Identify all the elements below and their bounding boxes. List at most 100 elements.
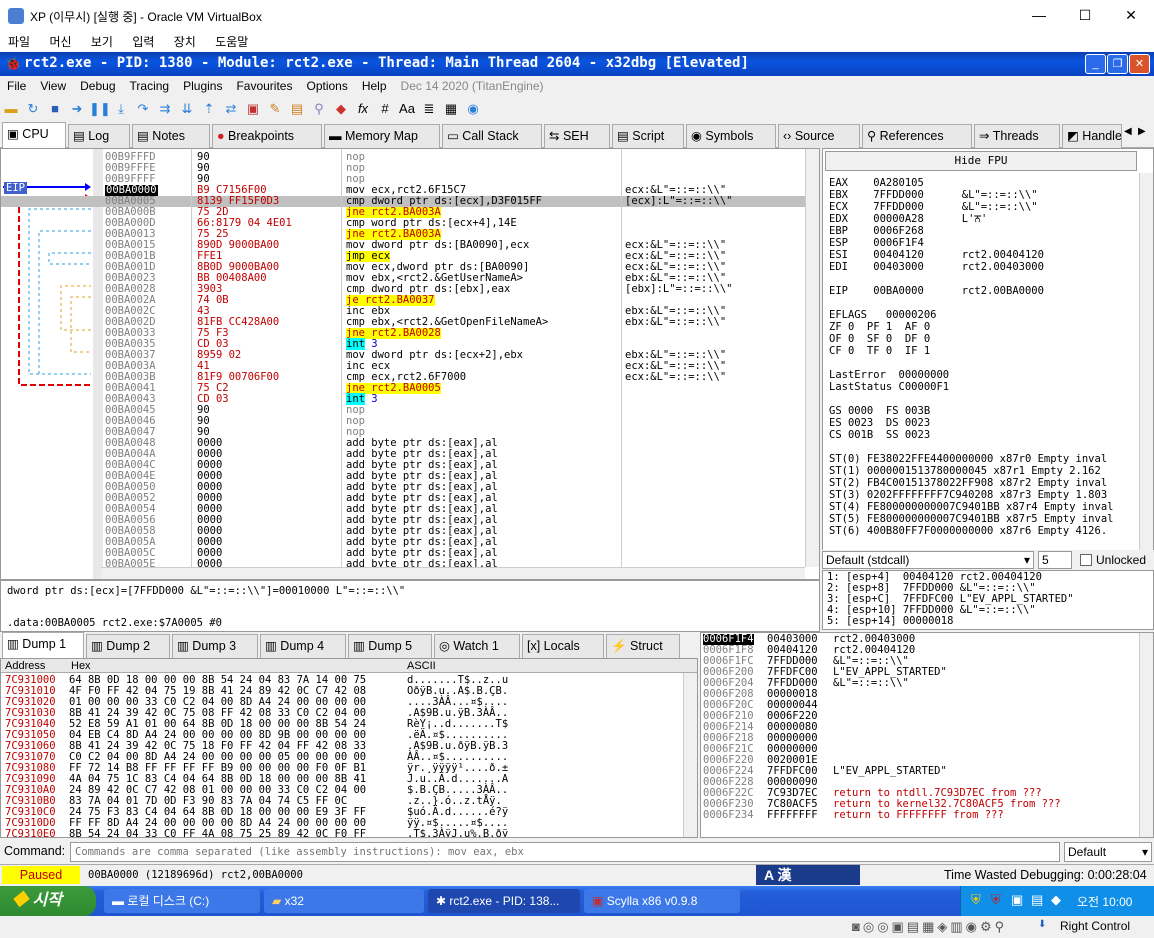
tab-threads[interactable]: ⇒ Threads (974, 124, 1060, 148)
taskbar-item-local-disk[interactable]: ▬ 로컬 디스크 (C:) (104, 889, 260, 913)
tab-dump-1[interactable]: ▥ Dump 1 (2, 632, 84, 658)
run-icon[interactable]: ➜ (67, 99, 87, 119)
usb-icon[interactable]: ▤ (1031, 892, 1043, 908)
menu-options[interactable]: Options (299, 76, 354, 96)
x64dbg-restore-button[interactable]: ❐ (1107, 54, 1128, 74)
tab-dump-2[interactable]: ▥ Dump 2 (86, 634, 170, 658)
taskbar-item-scylla[interactable]: ▣ Scylla x86 v0.9.8 (584, 889, 740, 913)
pause-icon[interactable]: ❚❚ (89, 99, 111, 119)
hash-icon[interactable]: # (375, 99, 395, 119)
host-menu-file[interactable]: 파일 (0, 32, 38, 52)
x64dbg-minimize-button[interactable]: _ (1085, 54, 1106, 74)
tabs-scroll-left-icon[interactable]: ◀ (1124, 126, 1132, 137)
dump-scrollbar[interactable] (683, 673, 697, 837)
tab-references[interactable]: ⚲ References (862, 124, 972, 148)
run-to-user-code-icon[interactable]: ⇄ (221, 99, 241, 119)
bug-icon: ✱ (436, 894, 447, 908)
arg-count-spinner[interactable]: 5 (1038, 551, 1072, 569)
volume-icon[interactable]: ◆ (1051, 892, 1061, 908)
stack-view[interactable]: 0006F1F4 00403000 rct2.00403000 0006F1F8 004… (700, 632, 1154, 838)
command-label: Command: (4, 844, 66, 858)
host-menu-input[interactable]: 입력 (124, 32, 162, 52)
dump-row[interactable]: 7C9310E0 8B 54 24 04 33 C0 FF 4A 08 75 25… (1, 829, 681, 838)
tab-cpu[interactable]: ▣ CPU (2, 122, 66, 148)
calculator-icon[interactable]: ▦ (441, 99, 461, 119)
stop-icon[interactable]: ■ (45, 99, 65, 119)
tab-breakpoints[interactable]: ● Breakpoints (212, 124, 322, 148)
host-menu-view[interactable]: 보기 (83, 32, 121, 52)
tab-script[interactable]: ▤ Script (612, 124, 684, 148)
step-into-icon[interactable]: ⤓ (111, 99, 131, 119)
comment-icon[interactable]: ✎ (265, 99, 285, 119)
menu-plugins[interactable]: Plugins (176, 76, 229, 96)
tab-notes[interactable]: ▤ Notes (132, 124, 210, 148)
start-button[interactable]: ◆ 시작 (0, 886, 96, 916)
tab-call-stack[interactable]: ▭ Call Stack (442, 124, 542, 148)
host-menu-devices[interactable]: 장치 (166, 32, 204, 52)
host-menu-machine[interactable]: 머신 (41, 32, 79, 52)
drive-icon: ▬ (112, 894, 124, 908)
tab-source[interactable]: ‹› Source (778, 124, 860, 148)
ime-indicator[interactable]: A 漢 (756, 865, 860, 885)
stack-scrollbar[interactable] (1139, 633, 1153, 837)
link-icon[interactable]: ⚲ (309, 99, 329, 119)
stack-arguments[interactable]: 1: [esp+4] 00404120 rct2.00404120 2: [esp… (822, 570, 1154, 630)
tab-seh[interactable]: ⇆ SEH (544, 124, 610, 148)
tab-handles[interactable]: ◩ Handles (1062, 124, 1122, 148)
step-over-icon[interactable]: ↷ (133, 99, 153, 119)
command-input[interactable] (70, 842, 1060, 862)
host-menu-help[interactable]: 도움말 (207, 32, 256, 52)
disassembly-hscroll[interactable] (101, 567, 805, 579)
trace-into-icon[interactable]: ⇉ (155, 99, 175, 119)
open-icon[interactable]: ▬ (1, 99, 21, 119)
tabs-scroll-right-icon[interactable]: ▶ (1138, 126, 1146, 137)
taskbar-item-x32[interactable]: ▰ x32 (264, 889, 424, 913)
register-line: LastStatus C00000F1 (829, 381, 950, 393)
execute-till-return-icon[interactable]: ⇡ (199, 99, 219, 119)
menu-file[interactable]: File (0, 76, 33, 96)
tab-dump-3[interactable]: ▥ Dump 3 (172, 634, 258, 658)
tab-symbols[interactable]: ◉ Symbols (686, 124, 776, 148)
function-icon[interactable]: fx (353, 99, 373, 119)
minimize-button[interactable]: — (1016, 0, 1062, 32)
scylla-icon[interactable]: ▣ (243, 99, 263, 119)
menu-favourites[interactable]: Favourites (229, 76, 299, 96)
bookmark-icon[interactable]: ◆ (331, 99, 351, 119)
network-icon[interactable]: ▣ (1011, 892, 1023, 908)
hide-fpu-button[interactable]: Hide FPU (825, 151, 1137, 171)
label-icon[interactable]: ▤ (287, 99, 307, 119)
device-icons[interactable]: ◙◎◎▣▤▦◈▥◉⚙⚲ (852, 919, 1007, 935)
unlocked-checkbox[interactable] (1080, 554, 1092, 566)
x64dbg-close-button[interactable]: ✕ (1129, 54, 1150, 74)
menu-view[interactable]: View (33, 76, 73, 96)
restart-icon[interactable]: ↻ (23, 99, 43, 119)
maximize-button[interactable]: ☐ (1062, 0, 1108, 32)
close-button[interactable]: ✕ (1108, 0, 1154, 32)
tab-struct[interactable]: ⚡ Struct (606, 634, 680, 658)
disassembly-view[interactable]: EIP 00B9FFFD 90 nop 00B9FFFE 90 nop 00B9FFFF 90… (0, 148, 820, 580)
shield-icon[interactable]: ⛨ (971, 892, 981, 908)
tab-dump-4[interactable]: ▥ Dump 4 (260, 634, 346, 658)
menu-tracing[interactable]: Tracing (123, 76, 177, 96)
dump-address: 7C9310E0 (5, 828, 56, 838)
registers-panel[interactable]: Hide FPU EAX 0A280105 EBX 7FFDD000 &L"=::… (822, 148, 1154, 566)
disassembly-scrollbar[interactable] (805, 149, 819, 567)
tab-locals[interactable]: [x] Locals (522, 634, 604, 658)
globe-icon[interactable]: ◉ (463, 99, 483, 119)
menu-debug[interactable]: Debug (73, 76, 122, 96)
strings-icon[interactable]: ≣ (419, 99, 439, 119)
security-icon[interactable]: ⛨ (991, 892, 1001, 908)
dump-view[interactable]: Address Hex ASCII 7C931000 64 8B 0D 18 00… (0, 658, 698, 838)
tab-log[interactable]: ▤ Log (68, 124, 130, 148)
registers-scrollbar[interactable] (1139, 173, 1153, 553)
command-mode-select[interactable]: Default ▾ (1064, 842, 1152, 862)
menu-help[interactable]: Help (355, 76, 394, 96)
tab-watch-1[interactable]: ◎ Watch 1 (434, 634, 520, 658)
stack-row[interactable]: 0006F234 FFFFFFFF return to FFFFFFFF from … (701, 810, 1137, 821)
taskbar-item-x64dbg[interactable]: ✱ rct2.exe - PID: 138... (428, 889, 580, 913)
tab-memory-map[interactable]: ▬ Memory Map (324, 124, 440, 148)
font-icon[interactable]: Aa (397, 99, 417, 119)
tab-dump-5[interactable]: ▥ Dump 5 (348, 634, 432, 658)
trace-over-icon[interactable]: ⇊ (177, 99, 197, 119)
calling-convention-select[interactable]: Default (stdcall) ▾ (822, 551, 1034, 569)
